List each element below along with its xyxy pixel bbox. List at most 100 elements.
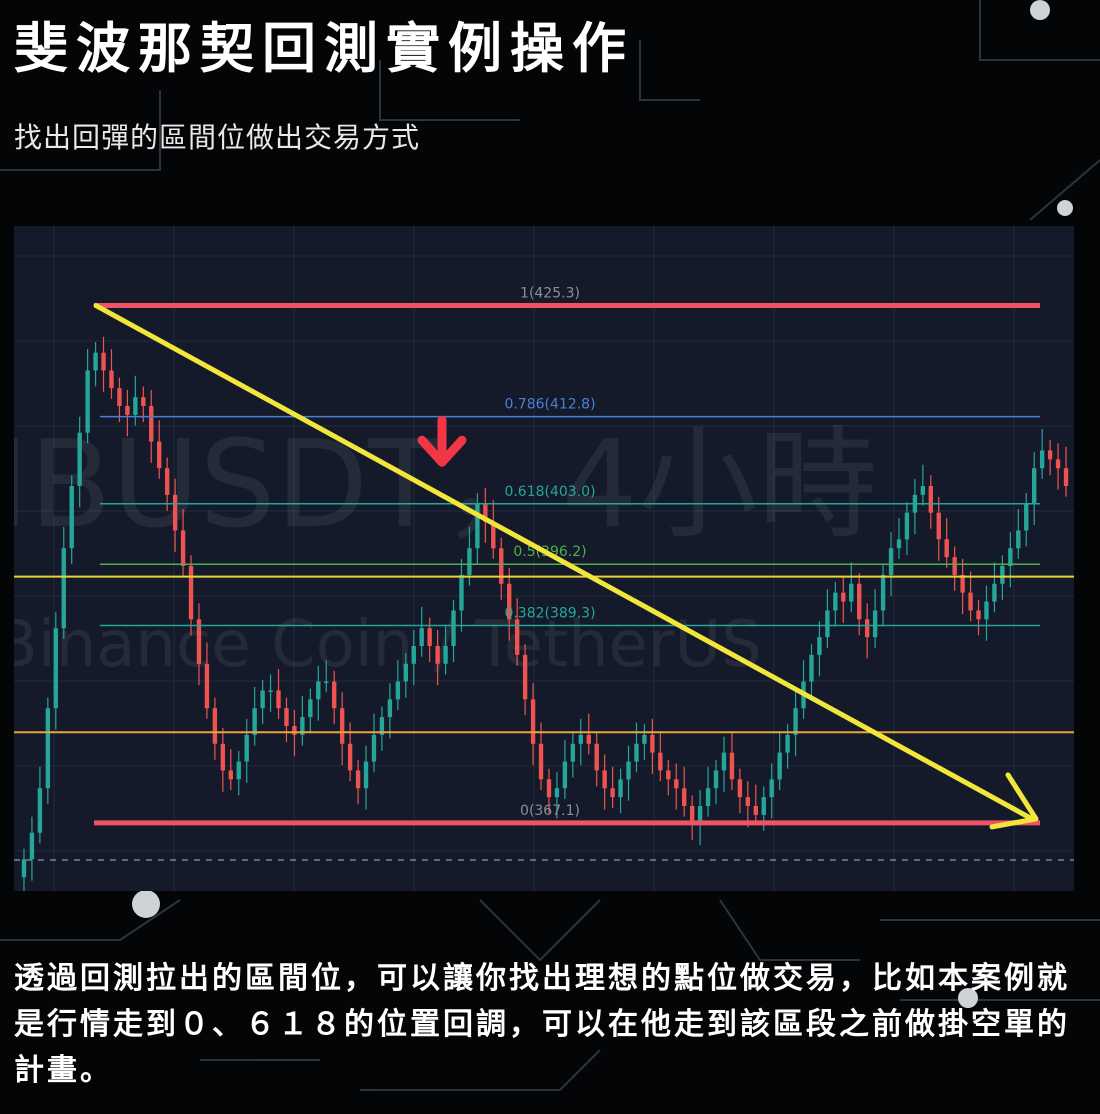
candle-body [109, 370, 114, 389]
page-title: 斐波那契回測實例操作 [14, 17, 634, 80]
caption-text: 透過回測拉出的區間位，可以讓你找出理想的點位做交易，比如本案例就是行情走到０、６… [14, 961, 1070, 1088]
candle-body [276, 690, 281, 709]
fib-level-label: 1(425.3) [520, 286, 580, 302]
candle-body [952, 557, 957, 575]
candle-body [387, 699, 393, 718]
candle-body [992, 583, 997, 602]
fib-level-label: 0(367.1) [520, 803, 580, 819]
candle-body [467, 548, 472, 575]
candle-body [1016, 530, 1021, 549]
candle-body [252, 708, 257, 735]
candle-body [928, 486, 933, 513]
candle-body [570, 743, 576, 762]
candle-body [475, 503, 480, 549]
candle-body [157, 441, 162, 469]
candle-body [411, 646, 416, 664]
candle-body [499, 548, 504, 584]
candle-body [403, 663, 408, 682]
candle-body [1047, 450, 1053, 460]
candle-body [705, 788, 711, 806]
candle-body [857, 583, 862, 620]
candle-body [849, 583, 854, 602]
candle-body [936, 512, 941, 540]
candle-body [451, 610, 456, 646]
candle-body [316, 681, 321, 700]
candle-body [920, 486, 926, 495]
candle-body [347, 743, 353, 771]
candle-body [236, 761, 241, 780]
candle-body [355, 770, 361, 789]
candle-body [713, 770, 719, 789]
candle-body [61, 548, 66, 629]
candle-body [817, 637, 822, 655]
candle-body [745, 797, 751, 806]
candle-body [833, 592, 838, 611]
candle-body [626, 761, 631, 780]
candle-body [133, 397, 138, 415]
candle-body [141, 397, 146, 406]
candle-body [204, 663, 210, 709]
candle-body [554, 788, 560, 798]
candle-body [880, 574, 886, 611]
candle-body [419, 628, 424, 646]
page-subtitle: 找出回彈的區間位做出交易方式 [14, 121, 421, 154]
candle-body [427, 628, 432, 646]
candle-body [769, 779, 774, 798]
candle-body [149, 406, 154, 442]
candle-body [212, 708, 218, 744]
candle-body [459, 574, 464, 611]
candle-body [634, 743, 639, 762]
candle-body [117, 388, 122, 406]
candle-body [896, 539, 902, 549]
candle-body [77, 432, 82, 486]
candle-body [284, 708, 289, 726]
candle-body [872, 610, 878, 638]
candle-body [371, 734, 377, 762]
candle-body [21, 859, 27, 878]
candle-body [308, 699, 313, 718]
fib-level-label: 0.786(412.8) [504, 397, 595, 413]
candle-body [443, 646, 448, 664]
fib-level-label: 0.618(403.0) [504, 484, 595, 500]
candle-body [180, 530, 186, 566]
candle-body [658, 752, 663, 771]
candle-body [1032, 468, 1037, 504]
candle-body [642, 734, 647, 744]
candle-body [29, 832, 35, 860]
candle-body [761, 797, 766, 815]
candle-body [339, 708, 345, 744]
candle-body [244, 734, 249, 762]
candle-body [522, 654, 528, 700]
candle-body [904, 512, 910, 540]
candle-body [809, 654, 814, 682]
candle-body [395, 681, 401, 700]
candle-body [363, 761, 369, 789]
candle-body [594, 743, 599, 771]
candle-body [602, 770, 607, 789]
candle-body [586, 734, 591, 744]
candle-body [1024, 503, 1029, 531]
candle-body [514, 619, 520, 655]
candle-body [682, 788, 687, 806]
candle-body [825, 610, 830, 638]
candle-body [944, 539, 949, 558]
candle-body [45, 708, 51, 789]
candle-body [435, 646, 440, 664]
candle-body [729, 752, 735, 780]
candle-body [1008, 548, 1013, 566]
candle-body [666, 770, 671, 780]
candle-body [1055, 459, 1061, 469]
candle-body [268, 690, 273, 692]
candle-body [93, 352, 98, 371]
candle-body [721, 752, 727, 771]
chart-watermark-name: Binance Coin / TetherUS [14, 608, 762, 682]
candle-body [69, 486, 74, 549]
candle-body [538, 743, 544, 780]
candle-body [85, 370, 90, 433]
candle-body [618, 779, 623, 798]
chart-svg: IBUSDT，4小時 Binance Coin / TetherUS 1(425… [14, 226, 1074, 891]
candle-body [324, 681, 329, 684]
candle-body [785, 734, 790, 753]
candle-body [1000, 566, 1005, 584]
candle-body [737, 779, 743, 798]
